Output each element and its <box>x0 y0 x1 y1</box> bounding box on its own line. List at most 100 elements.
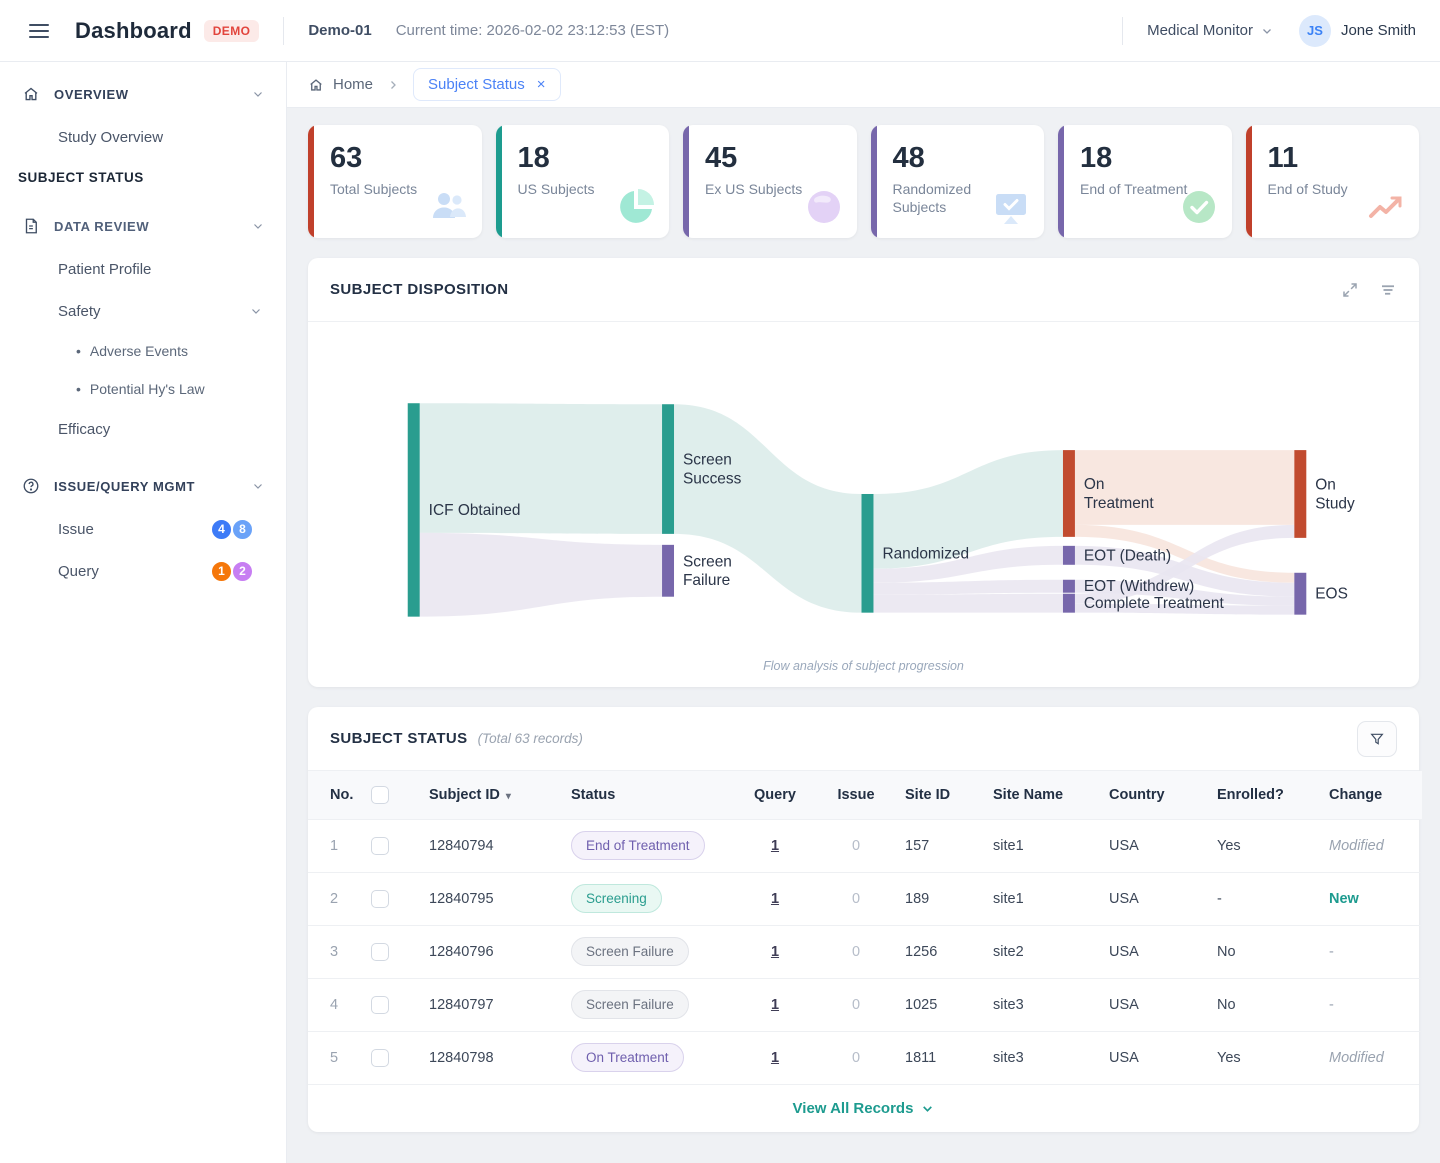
chart-menu-icon[interactable] <box>1379 281 1397 299</box>
sidebar-item-potential-hys-law[interactable]: Potential Hy's Law <box>0 370 286 408</box>
row-checkbox[interactable] <box>371 943 389 961</box>
sankey-link-icf-sf[interactable] <box>420 533 662 617</box>
query-count-link[interactable]: 1 <box>771 997 779 1013</box>
cell-country: USA <box>1101 978 1209 1031</box>
avatar[interactable]: JS <box>1299 15 1331 47</box>
pie-chart-icon <box>615 186 657 228</box>
cell-subject-id: 12840794 <box>421 819 563 872</box>
sankey-node-sf[interactable] <box>662 545 674 597</box>
chevron-down-icon <box>252 220 264 232</box>
sidebar-item-efficacy[interactable]: Efficacy <box>0 408 286 450</box>
table-header-row: No. Subject ID▾ Status Query Issue Site … <box>308 771 1422 819</box>
sankey-node-onstudy[interactable] <box>1294 450 1306 538</box>
query-count-link[interactable]: 1 <box>771 838 779 854</box>
cell-site-name: site2 <box>985 925 1101 978</box>
sankey-link-rand-complete[interactable] <box>873 594 1062 613</box>
card-value: 18 <box>518 142 656 175</box>
sankey-node-complete[interactable] <box>1063 594 1075 613</box>
card-label: Total Subjects <box>330 181 440 199</box>
chevron-down-icon <box>250 305 262 317</box>
sidebar-section-data-review[interactable]: DATA REVIEW <box>0 204 286 248</box>
document-icon <box>22 217 40 235</box>
sidebar-item-query[interactable]: Query 1 2 <box>0 550 286 592</box>
cell-no: 4 <box>308 978 363 1031</box>
sankey-chart: ICF ObtainedScreenSuccessScreenFailureRa… <box>308 322 1419 655</box>
header-divider <box>1122 17 1123 45</box>
sankey-node-ss[interactable] <box>662 404 674 534</box>
cell-site-name: site3 <box>985 978 1101 1031</box>
sankey-label-onstudy: OnStudy <box>1315 476 1355 512</box>
cell-country: USA <box>1101 819 1209 872</box>
subject-disposition-panel: SUBJECT DISPOSITION ICF ObtainedScreenSu… <box>308 258 1419 687</box>
sankey-label-complete: Complete Treatment <box>1084 595 1225 612</box>
card-value: 45 <box>705 142 843 175</box>
expand-icon[interactable] <box>1341 281 1359 299</box>
sankey-link-ontx-onstudy[interactable] <box>1075 450 1294 525</box>
role-selector[interactable]: Medical Monitor <box>1147 22 1273 39</box>
stat-card-end-of-treatment: 18 End of Treatment <box>1058 125 1232 238</box>
cell-no: 1 <box>308 819 363 872</box>
issue-badge: 4 <box>210 518 233 541</box>
sidebar-item-subject-status-active[interactable]: SUBJECT STATUS <box>0 158 286 196</box>
cell-issue: 0 <box>815 978 897 1031</box>
cell-enrolled: No <box>1209 925 1321 978</box>
col-site-id: Site ID <box>897 771 985 819</box>
card-label: US Subjects <box>518 181 628 199</box>
close-icon[interactable]: × <box>537 77 546 92</box>
change-status: - <box>1329 944 1334 960</box>
stat-card-ex-us-subjects: 45 Ex US Subjects <box>683 125 857 238</box>
col-change: Change <box>1321 771 1422 819</box>
col-subject-id[interactable]: Subject ID▾ <box>421 771 563 819</box>
sankey-node-withdrew[interactable] <box>1063 580 1075 593</box>
header-divider <box>283 17 284 45</box>
filter-button[interactable] <box>1357 721 1397 757</box>
table-row: 5 12840798 On Treatment 1 0 1811 site3 U… <box>308 1031 1422 1084</box>
row-checkbox[interactable] <box>371 837 389 855</box>
card-accent <box>683 125 689 238</box>
col-select <box>363 771 421 819</box>
cell-site-name: site1 <box>985 819 1101 872</box>
sidebar-item-patient-profile[interactable]: Patient Profile <box>0 248 286 290</box>
view-all-records-button[interactable]: View All Records <box>308 1084 1419 1132</box>
sidebar-item-issue[interactable]: Issue 4 8 <box>0 508 286 550</box>
query-count-link[interactable]: 1 <box>771 891 779 907</box>
hamburger-menu-icon[interactable] <box>29 24 49 38</box>
chevron-right-icon <box>387 79 399 91</box>
breadcrumb: Home Subject Status × <box>287 62 1440 108</box>
tab-label: Subject Status <box>428 76 525 93</box>
sankey-node-icf[interactable] <box>408 403 420 616</box>
select-all-checkbox[interactable] <box>371 786 389 804</box>
sankey-node-rand[interactable] <box>862 494 874 613</box>
user-name: Jone Smith <box>1341 22 1416 39</box>
tab-subject-status[interactable]: Subject Status × <box>413 68 561 101</box>
sidebar-item-label: Query <box>58 563 99 580</box>
subject-status-table: No. Subject ID▾ Status Query Issue Site … <box>308 771 1422 1084</box>
sankey-node-eos[interactable] <box>1294 573 1306 615</box>
sidebar-item-study-overview[interactable]: Study Overview <box>0 116 286 158</box>
stat-cards-row: 63 Total Subjects 18 US Subjects 45 Ex U… <box>308 125 1419 238</box>
sidebar-section-overview[interactable]: OVERVIEW <box>0 72 286 116</box>
query-count-link[interactable]: 1 <box>771 944 779 960</box>
query-badge: 1 <box>210 560 233 583</box>
breadcrumb-home[interactable]: Home <box>308 76 373 93</box>
stat-card-end-of-study: 11 End of Study <box>1246 125 1420 238</box>
globe-icon <box>803 186 845 228</box>
stat-card-randomized-subjects: 48 Randomized Subjects <box>871 125 1045 238</box>
sidebar-item-safety[interactable]: Safety <box>0 290 286 332</box>
row-checkbox[interactable] <box>371 1049 389 1067</box>
subject-status-panel: SUBJECT STATUS (Total 63 records) No. <box>308 707 1419 1132</box>
row-checkbox[interactable] <box>371 890 389 908</box>
sidebar-section-issue-query[interactable]: ISSUE/QUERY MGMT <box>0 464 286 508</box>
change-status: Modified <box>1329 1050 1384 1066</box>
cell-country: USA <box>1101 872 1209 925</box>
sankey-node-ontx[interactable] <box>1063 450 1075 537</box>
col-status: Status <box>563 771 735 819</box>
row-checkbox[interactable] <box>371 996 389 1014</box>
query-count-link[interactable]: 1 <box>771 1050 779 1066</box>
monitor-check-icon <box>990 186 1032 228</box>
card-accent <box>308 125 314 238</box>
col-country: Country <box>1101 771 1209 819</box>
chevron-down-icon <box>252 88 264 100</box>
sankey-node-death[interactable] <box>1063 546 1075 565</box>
sidebar-item-adverse-events[interactable]: Adverse Events <box>0 332 286 370</box>
